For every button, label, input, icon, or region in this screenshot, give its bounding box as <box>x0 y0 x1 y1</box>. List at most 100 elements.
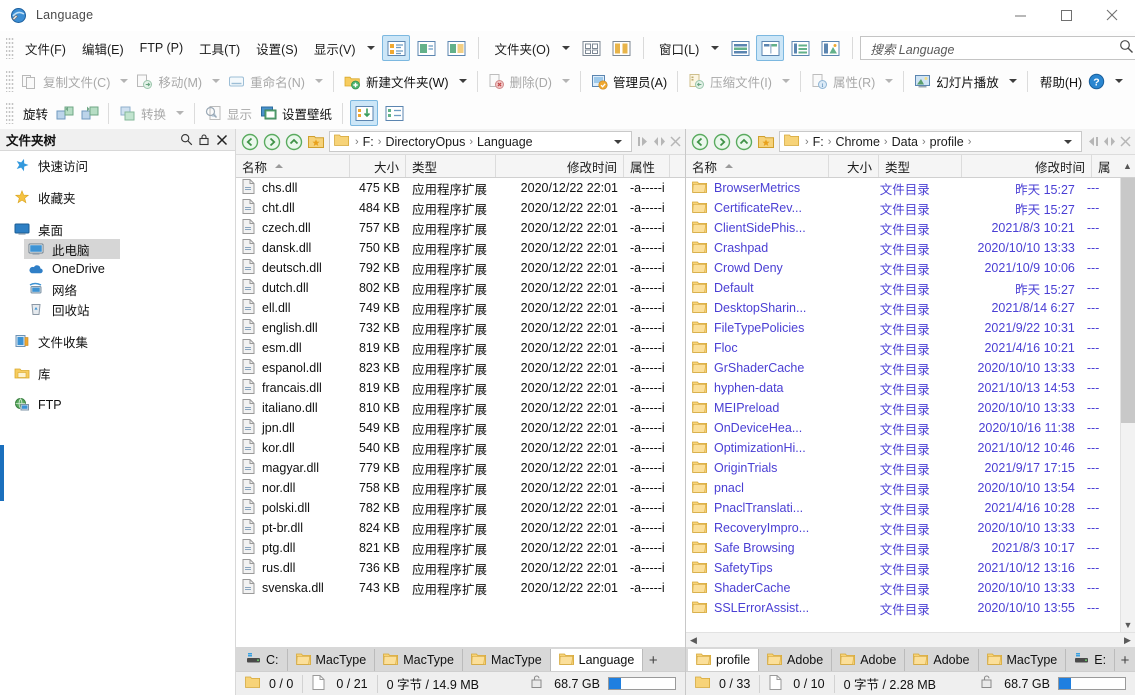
right-vertical-scrollbar[interactable]: ▼ <box>1120 178 1135 632</box>
table-row[interactable]: espanol.dll 823 KB 应用程序扩展 2020/12/22 22:01-… <box>236 358 685 378</box>
slideshow-chevron-down-icon[interactable] <box>1008 79 1017 83</box>
breadcrumb-chevron-down-icon[interactable] <box>614 139 622 144</box>
tree-node-favorites[interactable]: 收藏夹 <box>0 187 235 207</box>
move-file-button[interactable]: 移动(M) <box>132 68 224 94</box>
table-row[interactable]: CertificateRev... 文件目录 昨天 15:27 --- <box>686 198 1120 218</box>
table-row[interactable]: cht.dll 484 KB 应用程序扩展 2020/12/22 22:01 -a---… <box>236 198 685 218</box>
table-row[interactable]: dutch.dll 802 KB 应用程序扩展 2020/12/22 22:01 -a-… <box>236 278 685 298</box>
delete-button[interactable]: 删除(D) <box>484 68 574 94</box>
pane-tab[interactable]: MacType <box>462 649 551 671</box>
file-name-cell[interactable]: hyphen-data <box>686 380 825 397</box>
table-row[interactable]: SafetyTips 文件目录 2021/10/12 13:16 --- <box>686 558 1120 578</box>
file-name-cell[interactable]: DesktopSharin... <box>686 300 825 317</box>
right-breadcrumb-field[interactable]: › F: › Chrome › Data › profile › <box>779 131 1082 152</box>
table-row[interactable]: magyar.dll 779 KB 应用程序扩展 2020/12/22 22:01 -a… <box>236 458 685 478</box>
file-name-cell[interactable]: CertificateRev... <box>686 200 825 217</box>
file-name-cell[interactable]: magyar.dll <box>236 459 350 477</box>
file-name-cell[interactable]: rus.dll <box>236 559 350 577</box>
left-breadcrumb-field[interactable]: › F: › DirectoryOpus › Language <box>329 131 632 152</box>
file-name-cell[interactable]: dutch.dll <box>236 279 350 297</box>
nav-up-icon[interactable] <box>733 131 755 153</box>
breadcrumb-part-2[interactable]: Data <box>892 135 918 149</box>
left-tab-bar[interactable]: C: MacType MacType MacType Language + <box>236 647 685 671</box>
table-row[interactable]: italiano.dll 810 KB 应用程序扩展 2020/12/22 22:01… <box>236 398 685 418</box>
right-scrollbar-thumb[interactable] <box>1121 178 1135 423</box>
pane-tab[interactable]: MacType <box>978 649 1067 671</box>
add-tab-button[interactable]: + <box>1115 649 1135 671</box>
table-row[interactable]: pnacl 文件目录 2020/10/10 13:54 --- <box>686 478 1120 498</box>
column-header-modified[interactable]: 修改时间 <box>496 155 624 177</box>
table-row[interactable]: Default 文件目录 昨天 15:27 --- <box>686 278 1120 298</box>
file-name-cell[interactable]: MEIPreload <box>686 400 825 417</box>
nav-forward-icon[interactable] <box>261 131 283 153</box>
menu-window[interactable]: 窗口(L) <box>651 35 707 62</box>
right-file-list[interactable]: BrowserMetrics 文件目录 昨天 15:27 --- Certificate… <box>686 178 1120 632</box>
tree-node-file-collections[interactable]: 文件收集 <box>0 331 235 351</box>
tree-node-libraries[interactable]: 库 <box>0 363 235 383</box>
view-menu-chevron-down-icon[interactable] <box>367 46 376 50</box>
file-name-cell[interactable]: deutsch.dll <box>236 259 350 277</box>
menu-tools[interactable]: 工具(T) <box>191 35 248 62</box>
table-row[interactable]: esm.dll 819 KB 应用程序扩展 2020/12/22 22:01 -a---… <box>236 338 685 358</box>
main-toolbar-grip-handle[interactable] <box>6 70 14 92</box>
close-icon[interactable] <box>1089 0 1135 31</box>
window-menu-chevron-down-icon[interactable] <box>711 46 720 50</box>
pane-tab[interactable]: Adobe <box>832 649 906 671</box>
file-name-cell[interactable]: pt-br.dll <box>236 519 350 537</box>
tree-node-recycle-bin[interactable]: 回收站 <box>0 299 235 319</box>
slideshow-button[interactable]: 幻灯片播放 <box>910 68 1021 94</box>
pane-tab[interactable]: E: <box>1066 649 1116 671</box>
table-row[interactable]: FileTypePolicies 文件目录 2021/9/22 10:31 --- <box>686 318 1120 338</box>
tree-close-icon[interactable] <box>213 131 231 149</box>
nav-forward-icon[interactable] <box>711 131 733 153</box>
column-header-name[interactable]: 名称 <box>236 155 350 177</box>
help-chevron-down-icon[interactable] <box>1115 79 1124 83</box>
table-row[interactable]: pt-br.dll 824 KB 应用程序扩展 2020/12/22 22:01 -a-… <box>236 518 685 538</box>
table-row[interactable]: PnaclTranslati... 文件目录 2021/4/16 10:28 --- <box>686 498 1120 518</box>
file-name-cell[interactable]: SafetyTips <box>686 560 825 577</box>
menu-folder[interactable]: 文件夹(O) <box>486 35 558 62</box>
left-file-list[interactable]: chs.dll 475 KB 应用程序扩展 2020/12/22 22:01 -a---… <box>236 178 685 647</box>
file-name-cell[interactable]: chs.dll <box>236 179 350 197</box>
file-name-cell[interactable]: esm.dll <box>236 339 350 357</box>
menu-file[interactable]: 文件(F) <box>17 35 74 62</box>
table-row[interactable]: kor.dll 540 KB 应用程序扩展 2020/12/22 22:01 -a---… <box>236 438 685 458</box>
table-row[interactable]: english.dll 732 KB 应用程序扩展 2020/12/22 22:01-… <box>236 318 685 338</box>
file-name-cell[interactable]: FileTypePolicies <box>686 320 825 337</box>
column-header-type[interactable]: 类型 <box>879 155 962 177</box>
right-horizontal-scrollbar[interactable]: ◀ ▶ <box>686 632 1135 647</box>
table-row[interactable]: deutsch.dll 792 KB 应用程序扩展 2020/12/22 22:01-… <box>236 258 685 278</box>
view-mode-details-button[interactable] <box>382 35 411 61</box>
column-header-name[interactable]: 名称 <box>686 155 829 177</box>
file-name-cell[interactable]: OptimizationHi... <box>686 440 825 457</box>
table-row[interactable]: Crowd Deny 文件目录 2021/10/9 10:06 --- <box>686 258 1120 278</box>
folder-tree-button[interactable] <box>607 35 635 61</box>
column-header-attributes[interactable]: 属性 <box>624 155 670 177</box>
file-name-cell[interactable]: czech.dll <box>236 219 350 237</box>
file-name-cell[interactable]: RecoveryImpro... <box>686 520 825 537</box>
right-scrollbar-track[interactable] <box>1121 178 1135 617</box>
table-row[interactable]: ell.dll 749 KB 应用程序扩展 2020/12/22 22:01 -a---… <box>236 298 685 318</box>
set-wallpaper-button[interactable]: 设置壁纸 <box>256 100 336 126</box>
pane-tab[interactable]: Adobe <box>905 649 979 671</box>
new-folder-chevron-down-icon[interactable] <box>458 79 467 83</box>
rotate-left-button[interactable] <box>52 100 77 126</box>
search-icon[interactable] <box>1119 39 1134 57</box>
table-row[interactable]: ptg.dll 821 KB 应用程序扩展 2020/12/22 22:01 -a---… <box>236 538 685 558</box>
archive-button[interactable]: 压缩文件(I) <box>684 68 794 94</box>
right-tab-bar[interactable]: profile Adobe Adobe Adobe MacType E: + <box>686 647 1135 671</box>
table-row[interactable]: ShaderCache 文件目录 2020/10/10 13:33 --- <box>686 578 1120 598</box>
image-toolbar-grip-handle[interactable] <box>6 102 14 124</box>
view-mode-tiles-button[interactable] <box>442 35 470 61</box>
pane-forward-tab-icon[interactable] <box>635 131 651 153</box>
table-row[interactable]: OnDeviceHea... 文件目录 2020/10/16 11:38 --- <box>686 418 1120 438</box>
file-name-cell[interactable]: kor.dll <box>236 439 350 457</box>
properties-chevron-down-icon[interactable] <box>885 79 894 83</box>
move-file-chevron-down-icon[interactable] <box>212 79 221 83</box>
tree-node-this-pc[interactable]: 此电脑 <box>24 239 120 259</box>
file-name-cell[interactable]: cht.dll <box>236 199 350 217</box>
table-row[interactable]: polski.dll 782 KB 应用程序扩展 2020/12/22 22:01 -a… <box>236 498 685 518</box>
table-row[interactable]: Safe Browsing 文件目录 2021/8/3 10:17 --- <box>686 538 1120 558</box>
breadcrumb-part-drive[interactable]: F: <box>363 135 374 149</box>
breadcrumb-part-1[interactable]: DirectoryOpus <box>385 135 465 149</box>
